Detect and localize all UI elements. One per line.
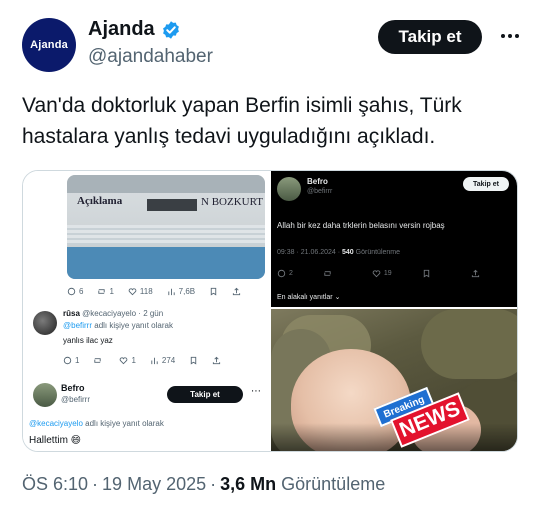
repost-action[interactable]	[323, 269, 332, 278]
repost-icon	[98, 289, 106, 294]
avatar[interactable]	[33, 383, 57, 407]
share-action[interactable]	[212, 356, 221, 365]
repost-icon	[324, 271, 331, 276]
media-dark-screenshot[interactable]: Befro @befirrr Takip et Allah bir kez da…	[271, 171, 517, 307]
reply-action[interactable]: 2	[277, 269, 293, 278]
views-action[interactable]: 7,6B	[167, 287, 195, 296]
befro-name[interactable]: Befro	[61, 383, 85, 393]
author-name[interactable]: Ajanda	[88, 18, 155, 41]
reply-sort-dropdown[interactable]: En alakalı yanıtlar ⌄	[277, 293, 340, 301]
repost-action[interactable]: 1	[97, 287, 114, 296]
share-icon	[213, 356, 221, 365]
reply-tweet[interactable]: rûsa @kecaciyayelo · 2 gün @befirrr adlı…	[33, 309, 265, 369]
replying-to: @befirrr adlı kişiye yanıt olarak	[63, 321, 173, 330]
replying-to-mention[interactable]: @kecaciyayelo	[29, 419, 83, 428]
replying-to-mention[interactable]: @befirrr	[63, 321, 92, 330]
befro-reply-text: Hallettim 😄	[29, 435, 82, 446]
bar-chart-icon	[168, 288, 175, 296]
author-handle[interactable]: @ajandahaber	[88, 46, 213, 68]
bookmark-icon	[423, 269, 429, 278]
befro-handle[interactable]: @befirrr	[61, 395, 90, 404]
share-action[interactable]	[232, 287, 241, 296]
more-options-icon[interactable]: ⋯	[251, 386, 261, 397]
follow-button[interactable]: Takip et	[167, 386, 243, 403]
dark-post-text: Allah bir kez daha trklerin belasını ver…	[277, 221, 445, 230]
media-grid[interactable]: Açıklama N BOZKURT 6 1 118 7,6B rûsa @ke…	[22, 170, 518, 452]
bar-chart-icon	[151, 357, 158, 365]
bookmark-action[interactable]	[189, 356, 198, 365]
post-text: Van'da doktorluk yapan Berfin isimli şah…	[22, 94, 462, 148]
share-icon	[471, 269, 479, 278]
document-title: Açıklama	[77, 195, 123, 207]
views-label: Görüntüleme	[281, 474, 386, 494]
author-name-row: Ajanda	[88, 18, 181, 41]
follow-button[interactable]: Takip et	[378, 20, 482, 54]
heart-icon	[120, 357, 128, 365]
redaction-box	[147, 199, 197, 211]
share-icon	[233, 287, 241, 296]
action-row: 6 1 118 7,6B	[67, 287, 255, 296]
reply-action-row: 1 1 274	[63, 356, 235, 365]
bookmark-icon	[191, 356, 197, 365]
reply-author-row: rûsa @kecaciyayelo · 2 gün	[63, 309, 164, 318]
chevron-down-icon: ⌄	[334, 294, 341, 301]
reply-time: 2 gün	[143, 309, 164, 318]
verified-badge-icon	[162, 20, 179, 39]
repost-icon	[94, 358, 102, 363]
post-header: Ajanda Ajanda @ajandahaber Takip et	[18, 12, 526, 76]
media-photo[interactable]: Breaking NEWS	[271, 309, 517, 451]
repost-action[interactable]	[93, 356, 105, 365]
reply-action[interactable]: 6	[67, 287, 83, 296]
dark-post-meta: 09:38 · 21.06.2024 · 540 Görüntülenme	[277, 249, 401, 256]
like-action[interactable]: 19	[372, 269, 392, 278]
document-photo: Açıklama N BOZKURT	[67, 175, 265, 279]
reply-text: yanlıs ilac yaz	[63, 336, 113, 345]
befro-reply-card[interactable]: Befro @befirrr Takip et ⋯ @kecaciyayelo …	[29, 383, 265, 451]
reply-icon	[63, 356, 72, 365]
avatar[interactable]: Ajanda	[22, 18, 76, 72]
avatar[interactable]	[277, 177, 301, 201]
reply-action[interactable]: 1	[63, 356, 79, 365]
reply-icon	[277, 269, 286, 278]
document-name: N BOZKURT	[201, 196, 263, 208]
heart-icon	[372, 270, 381, 278]
heart-icon	[128, 288, 137, 296]
dark-author-name[interactable]: Befro	[307, 177, 328, 186]
bookmark-icon	[210, 287, 217, 296]
bookmark-action[interactable]	[422, 269, 431, 278]
share-action[interactable]	[471, 269, 480, 278]
dark-author-handle[interactable]: @befirrr	[307, 188, 332, 195]
bookmark-action[interactable]	[209, 287, 218, 296]
reply-author-name: rûsa	[63, 309, 80, 318]
post-date[interactable]: 19 May 2025	[102, 474, 206, 494]
reply-icon	[67, 287, 76, 296]
dark-action-row: 2 19	[277, 269, 480, 278]
reply-author-handle: @kecaciyayelo	[82, 309, 137, 318]
media-left-screenshot[interactable]: Açıklama N BOZKURT 6 1 118 7,6B rûsa @ke…	[23, 171, 269, 451]
replying-to: @kecaciyayelo adlı kişiye yanıt olarak	[29, 419, 164, 428]
post-footer: ÖS 6:10 · 19 May 2025 · 3,6 Mn Görüntüleme	[22, 474, 386, 494]
like-action[interactable]: 118	[128, 287, 153, 296]
like-action[interactable]: 1	[119, 356, 136, 365]
views-count: 3,6 Mn	[220, 474, 277, 494]
follow-button[interactable]: Takip et	[463, 177, 509, 191]
views-action[interactable]: 274	[150, 356, 175, 365]
post-time[interactable]: ÖS 6:10	[22, 474, 88, 494]
avatar[interactable]	[33, 311, 57, 335]
more-options-icon[interactable]	[496, 24, 524, 48]
